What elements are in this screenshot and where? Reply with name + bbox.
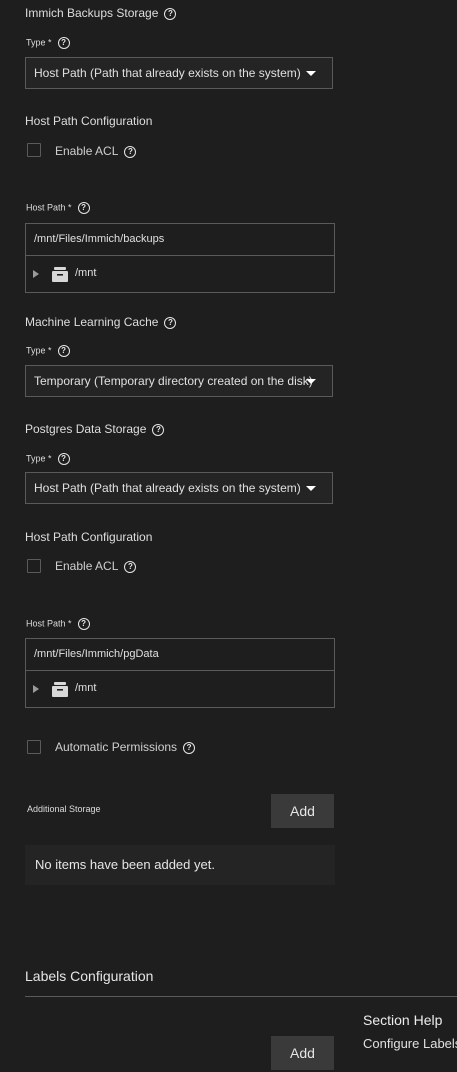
dropdown-arrow-icon — [306, 486, 316, 491]
directory-tree[interactable]: /mnt — [25, 256, 335, 293]
add-label-button[interactable]: Add — [271, 1036, 334, 1070]
select-value: Host Path (Path that already exists on t… — [34, 481, 301, 495]
machine-learning-cache-title: Machine Learning Cache? — [25, 315, 177, 329]
section-help-title: Section Help — [363, 1012, 443, 1028]
immich-backups-type-select[interactable]: Host Path (Path that already exists on t… — [25, 57, 333, 89]
host-path-label-text: Host Path * — [26, 618, 72, 629]
immich-backups-storage-title: Immich Backups Storage? — [25, 6, 177, 20]
postgres-host-path-input[interactable]: /mnt/Files/Immich/pgData — [25, 638, 335, 671]
section-help-text: Configure Labels — [363, 1036, 457, 1051]
checkbox-label-text: Automatic Permissions — [55, 740, 178, 754]
labels-configuration-title: Labels Configuration — [25, 968, 154, 984]
postgres-type-select[interactable]: Host Path (Path that already exists on t… — [25, 472, 333, 504]
host-path-configuration-title: Host Path Configuration — [25, 114, 152, 128]
help-icon[interactable]: ? — [124, 145, 137, 158]
enable-acl-label: Enable ACL? — [55, 559, 137, 573]
select-value: Host Path (Path that already exists on t… — [34, 66, 301, 80]
ml-cache-type-select[interactable]: Temporary (Temporary directory created o… — [25, 365, 333, 397]
host-path-label: Host Path *? — [26, 202, 90, 214]
postgres-data-storage-title: Postgres Data Storage? — [25, 422, 165, 436]
host-path-configuration-title: Host Path Configuration — [25, 530, 152, 544]
enable-acl-checkbox[interactable] — [27, 559, 41, 573]
help-icon[interactable]: ? — [57, 37, 70, 49]
help-icon[interactable]: ? — [77, 618, 90, 630]
immich-backups-host-path-input[interactable]: /mnt/Files/Immich/backups — [25, 223, 335, 256]
enable-acl-label: Enable ACL? — [55, 144, 137, 158]
automatic-permissions-checkbox[interactable] — [27, 740, 41, 754]
expand-arrow-icon[interactable] — [33, 270, 39, 278]
section-title-text: Host Path Configuration — [25, 114, 153, 128]
dropdown-arrow-icon — [306, 71, 316, 76]
section-title-text: Host Path Configuration — [25, 530, 153, 544]
add-additional-storage-button[interactable]: Add — [271, 794, 334, 828]
tree-node-label[interactable]: /mnt — [75, 267, 96, 279]
checkbox-label-text: Enable ACL — [55, 559, 119, 573]
help-icon[interactable]: ? — [124, 560, 137, 573]
help-icon[interactable]: ? — [164, 7, 177, 20]
host-path-label-text: Host Path * — [26, 202, 72, 213]
type-label: Type *? — [26, 345, 70, 357]
directory-tree[interactable]: /mnt — [25, 671, 335, 708]
input-value: /mnt/Files/Immich/pgData — [34, 648, 159, 660]
type-label-text: Type * — [26, 453, 52, 464]
enable-acl-checkbox[interactable] — [27, 143, 41, 157]
host-path-label: Host Path *? — [26, 618, 90, 630]
folder-icon — [52, 267, 68, 282]
expand-arrow-icon[interactable] — [33, 685, 39, 693]
help-icon[interactable]: ? — [183, 741, 196, 754]
empty-list-message: No items have been added yet. — [25, 845, 335, 885]
type-label-text: Type * — [26, 37, 52, 48]
help-icon[interactable]: ? — [77, 202, 90, 214]
dropdown-arrow-icon — [306, 379, 316, 384]
additional-storage-label: Additional Storage — [27, 804, 101, 814]
type-label: Type *? — [26, 453, 70, 465]
input-value: /mnt/Files/Immich/backups — [34, 233, 165, 245]
type-label-text: Type * — [26, 345, 52, 356]
tree-node-label[interactable]: /mnt — [75, 682, 96, 694]
help-icon[interactable]: ? — [57, 345, 70, 357]
automatic-permissions-label: Automatic Permissions? — [55, 740, 196, 754]
folder-icon — [52, 682, 68, 697]
checkbox-label-text: Enable ACL — [55, 144, 119, 158]
help-icon[interactable]: ? — [57, 453, 70, 465]
section-title-text: Immich Backups Storage — [25, 6, 159, 20]
section-title-text: Machine Learning Cache — [25, 315, 159, 329]
help-icon[interactable]: ? — [152, 423, 165, 436]
type-label: Type *? — [26, 37, 70, 49]
select-value: Temporary (Temporary directory created o… — [34, 374, 313, 388]
help-icon[interactable]: ? — [164, 316, 177, 329]
divider — [25, 996, 457, 997]
section-title-text: Postgres Data Storage — [25, 422, 147, 436]
